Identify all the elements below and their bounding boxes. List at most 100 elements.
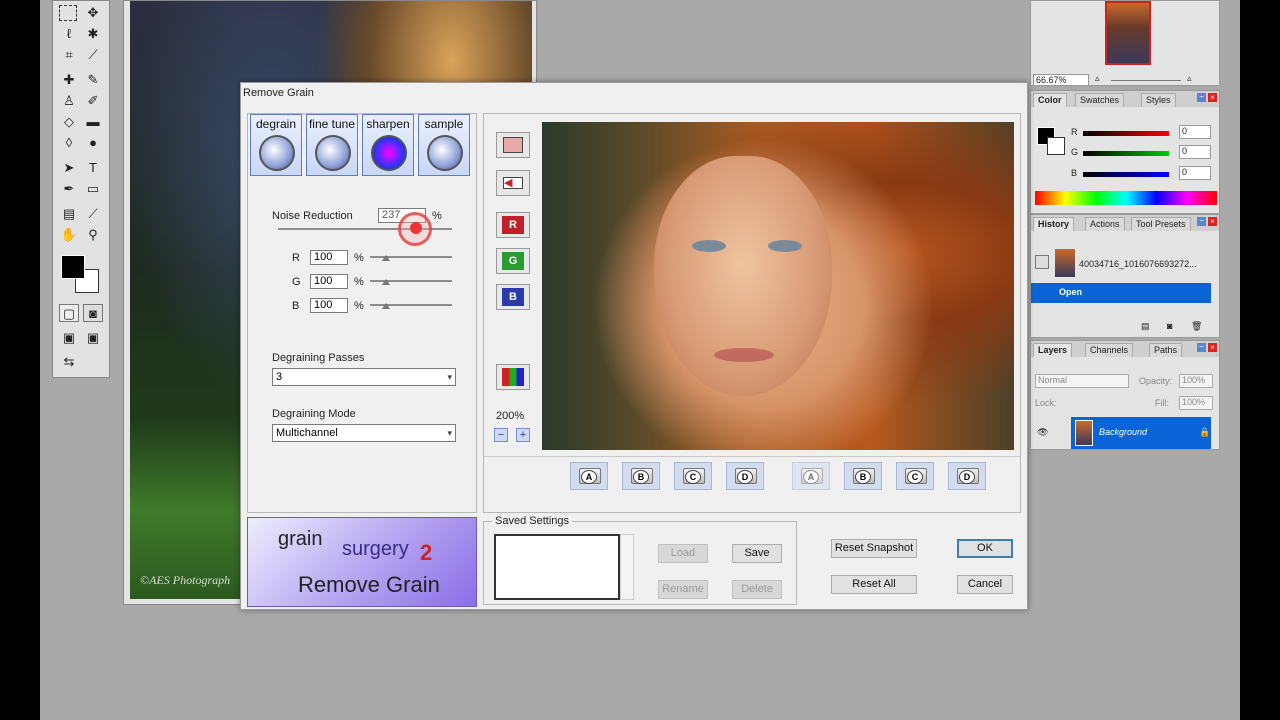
channel-r-thumb[interactable] bbox=[382, 255, 390, 261]
green-channel-button[interactable]: G bbox=[496, 248, 530, 274]
fill-field[interactable]: 100% bbox=[1179, 396, 1213, 410]
brush-tool-icon[interactable]: ✎ bbox=[83, 71, 103, 89]
restore-a-button[interactable]: A bbox=[792, 462, 830, 490]
navigator-zoom-slider[interactable] bbox=[1111, 80, 1181, 81]
channel-g-field[interactable]: 100 bbox=[310, 274, 348, 289]
channel-b-thumb[interactable] bbox=[382, 303, 390, 309]
minimize-icon[interactable]: − bbox=[1197, 217, 1206, 226]
composite-channel-button[interactable] bbox=[496, 364, 530, 390]
standard-mode-icon[interactable]: ▢ bbox=[59, 304, 79, 322]
opacity-field[interactable]: 100% bbox=[1179, 374, 1213, 388]
close-icon[interactable]: × bbox=[1208, 217, 1217, 226]
reset-snapshot-button[interactable]: Reset Snapshot bbox=[831, 539, 917, 558]
color-background-swatch[interactable] bbox=[1047, 137, 1065, 155]
restore-b-button[interactable]: B bbox=[844, 462, 882, 490]
blend-mode-select[interactable]: Normal bbox=[1035, 374, 1129, 388]
clone-stamp-icon[interactable]: ♙ bbox=[59, 92, 79, 110]
history-state-open[interactable]: Open bbox=[1031, 283, 1211, 303]
new-document-from-state-icon[interactable]: ▤ bbox=[1141, 321, 1150, 332]
tab-degrain[interactable]: degrain bbox=[250, 114, 302, 176]
minimize-icon[interactable]: − bbox=[1197, 343, 1206, 352]
blue-channel-button[interactable]: B bbox=[496, 284, 530, 310]
history-brush-source-icon[interactable] bbox=[1035, 255, 1049, 269]
color-g-slider[interactable] bbox=[1083, 151, 1169, 156]
channel-b-field[interactable]: 100 bbox=[310, 298, 348, 313]
saved-settings-list[interactable] bbox=[494, 534, 620, 600]
cancel-button[interactable]: Cancel bbox=[957, 575, 1013, 594]
tab-channels[interactable]: Channels bbox=[1085, 343, 1134, 357]
navigator-zoom-field[interactable]: 66.67% bbox=[1033, 74, 1089, 86]
eraser-icon[interactable]: ◇ bbox=[59, 113, 79, 131]
zoom-out-icon[interactable]: ▵ bbox=[1095, 73, 1100, 84]
swap-preview-button[interactable]: ◀ bbox=[496, 170, 530, 196]
zoom-out-button[interactable]: − bbox=[494, 428, 508, 442]
layer-row-background[interactable]: Background 🔒 bbox=[1071, 417, 1211, 449]
tab-layers[interactable]: Layers bbox=[1033, 343, 1073, 357]
ok-button[interactable]: OK bbox=[957, 539, 1013, 558]
close-icon[interactable]: × bbox=[1208, 93, 1217, 102]
load-button[interactable]: Load bbox=[658, 544, 708, 563]
split-preview-button[interactable] bbox=[496, 132, 530, 158]
new-snapshot-icon[interactable]: ◙ bbox=[1167, 321, 1172, 331]
tab-swatches[interactable]: Swatches bbox=[1075, 93, 1125, 107]
eyedropper-icon[interactable]: ⟋ bbox=[83, 205, 103, 223]
tab-tool-presets[interactable]: Tool Presets bbox=[1131, 217, 1191, 231]
notes-tool-icon[interactable]: ▤ bbox=[59, 205, 79, 223]
marquee-tool-icon[interactable] bbox=[59, 5, 77, 21]
type-tool-icon[interactable]: T bbox=[83, 159, 103, 177]
restore-c-button[interactable]: C bbox=[896, 462, 934, 490]
reset-all-button[interactable]: Reset All bbox=[831, 575, 917, 594]
color-b-slider[interactable] bbox=[1083, 172, 1169, 177]
zoom-in-button[interactable]: + bbox=[516, 428, 530, 442]
snapshot-d-button[interactable]: D bbox=[726, 462, 764, 490]
tab-sample[interactable]: sample bbox=[418, 114, 470, 176]
healing-brush-icon[interactable]: ✚ bbox=[59, 71, 79, 89]
channel-r-field[interactable]: 100 bbox=[310, 250, 348, 265]
saved-settings-scrollbar[interactable] bbox=[620, 534, 634, 600]
blur-tool-icon[interactable]: ◊ bbox=[59, 134, 79, 152]
delete-button[interactable]: Delete bbox=[732, 580, 782, 599]
snapshot-name[interactable]: 40034716_1016076693272... bbox=[1079, 259, 1197, 269]
gradient-tool-icon[interactable]: ▬ bbox=[83, 113, 103, 131]
zoom-in-icon[interactable]: ▵ bbox=[1187, 73, 1192, 84]
hand-tool-icon[interactable]: ✋ bbox=[59, 226, 79, 244]
tab-fine-tune[interactable]: fine tune bbox=[306, 114, 358, 176]
history-brush-icon[interactable]: ✐ bbox=[83, 92, 103, 110]
magic-wand-icon[interactable]: ✱ bbox=[83, 25, 103, 43]
snapshot-a-button[interactable]: A bbox=[570, 462, 608, 490]
move-tool-icon[interactable]: ✥ bbox=[83, 4, 103, 22]
color-g-field[interactable]: 0 bbox=[1179, 145, 1211, 159]
preview-image[interactable] bbox=[542, 122, 1014, 450]
tab-history[interactable]: History bbox=[1033, 217, 1075, 231]
zoom-tool-icon[interactable]: ⚲ bbox=[83, 226, 103, 244]
quick-mask-icon[interactable]: ◙ bbox=[83, 304, 103, 322]
tab-color[interactable]: Color bbox=[1033, 93, 1067, 107]
jump-to-imageready-icon[interactable]: ⇆ bbox=[59, 353, 79, 371]
tab-paths[interactable]: Paths bbox=[1149, 343, 1183, 357]
degraining-mode-select[interactable]: Multichannel ▾ bbox=[272, 424, 456, 442]
slice-tool-icon[interactable]: ⟋ bbox=[83, 46, 103, 64]
tab-actions[interactable]: Actions bbox=[1085, 217, 1125, 231]
degraining-passes-select[interactable]: 3 ▾ bbox=[272, 368, 456, 386]
snapshot-thumbnail[interactable] bbox=[1055, 249, 1075, 277]
path-selection-icon[interactable]: ➤ bbox=[59, 159, 79, 177]
lasso-tool-icon[interactable]: ℓ bbox=[59, 25, 79, 43]
minimize-icon[interactable]: − bbox=[1197, 93, 1206, 102]
crop-tool-icon[interactable]: ⌗ bbox=[59, 46, 79, 64]
noise-reduction-thumb[interactable] bbox=[410, 222, 422, 234]
channel-g-thumb[interactable] bbox=[382, 279, 390, 285]
tab-sharpen[interactable]: sharpen bbox=[362, 114, 414, 176]
snapshot-c-button[interactable]: C bbox=[674, 462, 712, 490]
fullscreen-mode-icon[interactable]: ▣ bbox=[83, 329, 103, 347]
color-ramp[interactable] bbox=[1035, 191, 1217, 205]
close-icon[interactable]: × bbox=[1208, 343, 1217, 352]
snapshot-b-button[interactable]: B bbox=[622, 462, 660, 490]
rename-button[interactable]: Rename bbox=[658, 580, 708, 599]
save-button[interactable]: Save bbox=[732, 544, 782, 563]
screen-mode-icon[interactable]: ▣ bbox=[59, 329, 79, 347]
color-r-field[interactable]: 0 bbox=[1179, 125, 1211, 139]
shape-tool-icon[interactable]: ▭ bbox=[83, 180, 103, 198]
tab-styles[interactable]: Styles bbox=[1141, 93, 1176, 107]
eye-icon[interactable]: 👁 bbox=[1037, 427, 1048, 438]
restore-d-button[interactable]: D bbox=[948, 462, 986, 490]
